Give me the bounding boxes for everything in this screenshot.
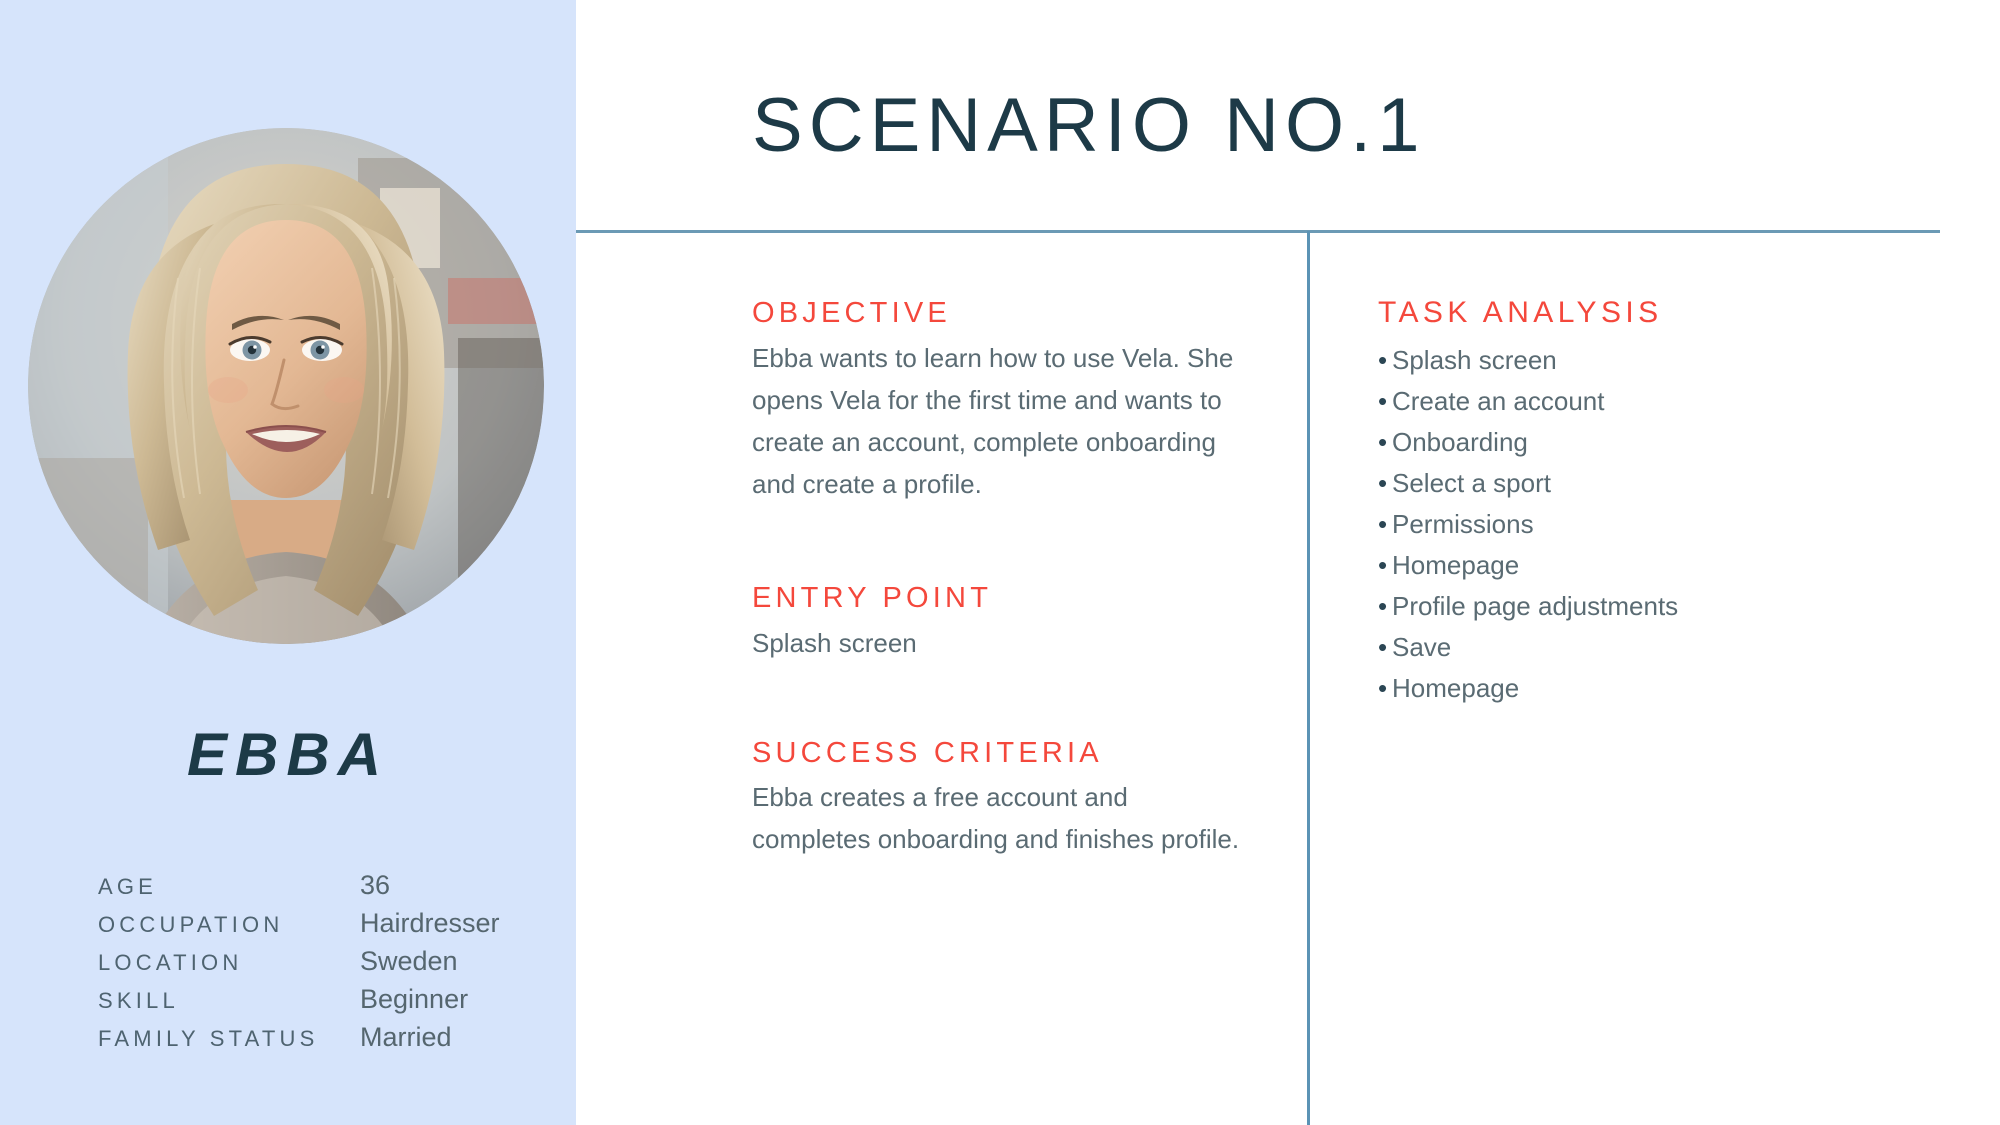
list-item: Save	[1378, 627, 1938, 668]
entry-point-body: Splash screen	[752, 627, 917, 658]
scenario-details-column: OBJECTIVE Ebba wants to learn how to use…	[752, 296, 1252, 860]
objective-section: OBJECTIVE Ebba wants to learn how to use…	[752, 296, 1252, 505]
list-item: Create an account	[1378, 381, 1938, 422]
task-analysis-heading: TASK ANALYSIS	[1378, 296, 1663, 329]
persona-scenario-slide: EBBA AGE 36 OCCUPATION Hairdresser LOCAT…	[0, 0, 2000, 1125]
success-criteria-heading: SUCCESS CRITERIA	[752, 736, 1103, 769]
avatar	[28, 128, 544, 644]
page-title: SCENARIO NO.1	[752, 83, 1426, 168]
persona-name: EBBA	[186, 721, 389, 788]
attribute-label: FAMILY STATUS	[98, 1026, 319, 1051]
attribute-value: Beginner	[360, 984, 469, 1014]
attribute-label: SKILL	[98, 988, 179, 1013]
success-criteria-body: Ebba creates a free account and complete…	[752, 782, 1240, 855]
attribute-label: AGE	[98, 874, 158, 899]
scenario-main: SCENARIO NO.1 OBJECTIVE Ebba wants to le…	[576, 0, 2000, 1125]
persona-sidebar: EBBA AGE 36 OCCUPATION Hairdresser LOCAT…	[0, 0, 576, 1125]
attribute-value: Hairdresser	[360, 908, 500, 938]
list-item: Homepage	[1378, 668, 1938, 709]
list-item: Homepage	[1378, 545, 1938, 586]
header-divider	[576, 230, 1940, 233]
attribute-row-family-status: FAMILY STATUS Married	[98, 1022, 528, 1060]
task-analysis-column: TASK ANALYSIS Splash screen Create an ac…	[1378, 296, 1938, 709]
objective-body: Ebba wants to learn how to use Vela. She…	[752, 342, 1234, 499]
list-item: Splash screen	[1378, 340, 1938, 381]
persona-attributes: AGE 36 OCCUPATION Hairdresser LOCATION S…	[98, 870, 528, 1060]
attribute-label: LOCATION	[98, 950, 243, 975]
column-divider	[1307, 231, 1310, 1125]
attribute-label: OCCUPATION	[98, 912, 284, 937]
task-analysis-list: Splash screen Create an account Onboardi…	[1378, 340, 1938, 709]
entry-point-section: ENTRY POINT Splash screen	[752, 581, 1252, 664]
attribute-row-occupation: OCCUPATION Hairdresser	[98, 908, 528, 946]
list-item: Profile page adjustments	[1378, 586, 1938, 627]
success-criteria-section: SUCCESS CRITERIA Ebba creates a free acc…	[752, 736, 1252, 861]
attribute-value: 36	[360, 870, 391, 900]
objective-heading: OBJECTIVE	[752, 297, 951, 329]
list-item: Onboarding	[1378, 422, 1938, 463]
list-item: Select a sport	[1378, 463, 1938, 504]
attribute-row-age: AGE 36	[98, 870, 528, 908]
attribute-value: Sweden	[360, 946, 458, 976]
attribute-row-skill: SKILL Beginner	[98, 984, 528, 1022]
attribute-value: Married	[360, 1022, 452, 1052]
entry-point-heading: ENTRY POINT	[752, 581, 993, 614]
list-item: Permissions	[1378, 504, 1938, 545]
avatar-photo	[28, 128, 544, 644]
attribute-row-location: LOCATION Sweden	[98, 946, 528, 984]
